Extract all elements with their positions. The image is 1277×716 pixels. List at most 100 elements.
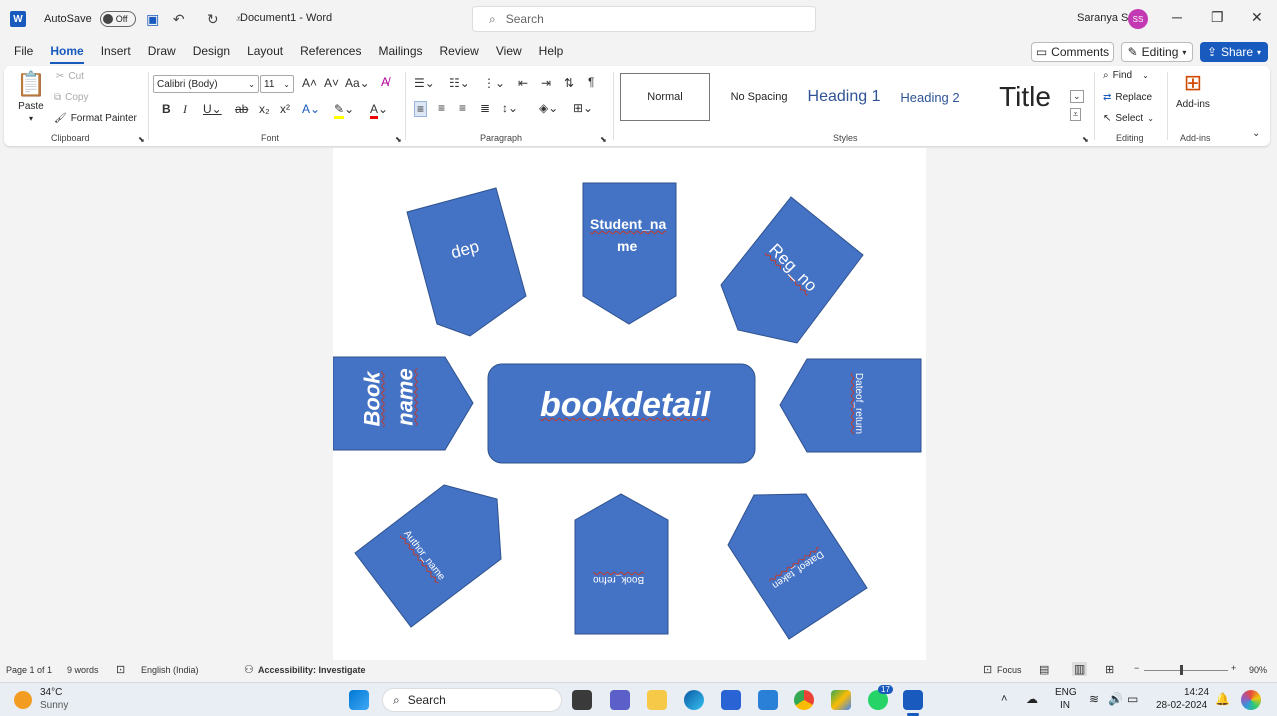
editing-mode-button[interactable]: ✎ Editing ▾ [1121, 42, 1193, 62]
minimize-icon[interactable]: ─ [1172, 9, 1182, 25]
accessibility-status[interactable]: Accessibility: Investigate [258, 665, 366, 675]
label-student-name-1[interactable]: Student_na [590, 216, 666, 232]
borders-icon[interactable]: ⊞⌄ [573, 101, 593, 115]
style-normal[interactable]: Normal [620, 73, 710, 121]
onedrive-icon[interactable]: ☁ [1026, 692, 1038, 706]
cut-button[interactable]: ✂ Cut [56, 71, 84, 82]
highlight-icon[interactable]: ✎⌄ [334, 102, 354, 119]
tab-home[interactable]: Home [50, 44, 85, 64]
tab-references[interactable]: References [300, 44, 361, 60]
share-button[interactable]: ⇪ Share ▾ [1200, 42, 1268, 62]
zoom-slider-thumb[interactable] [1180, 665, 1183, 675]
copilot-icon[interactable] [1241, 690, 1261, 710]
weather-temp[interactable]: 34°C [40, 687, 62, 698]
clock-date[interactable]: 28-02-2024 [1156, 700, 1207, 711]
language-code[interactable]: ENG [1055, 687, 1077, 698]
shading-icon[interactable]: ◈⌄ [539, 101, 558, 115]
tab-draw[interactable]: Draw [148, 44, 176, 60]
font-size-select[interactable]: 11 ⌄ [260, 75, 294, 93]
grow-font-icon[interactable]: A˄ [302, 76, 317, 90]
close-icon[interactable]: ✕ [1251, 9, 1263, 26]
align-left-icon[interactable]: ≡ [414, 101, 428, 117]
sort-icon[interactable]: ⇅ [564, 76, 574, 90]
style-heading1[interactable]: Heading 1 [804, 73, 884, 121]
line-spacing-icon[interactable]: ↕⌄ [502, 101, 518, 115]
user-name[interactable]: Saranya S [1077, 12, 1128, 24]
tab-mailings[interactable]: Mailings [378, 44, 422, 60]
underline-icon[interactable]: U⌄ [203, 102, 222, 116]
battery-icon[interactable]: ▭ [1127, 692, 1138, 706]
file-explorer-icon[interactable] [647, 690, 667, 710]
text-effects-icon[interactable]: A⌄ [302, 102, 320, 116]
autosave-toggle[interactable]: Off [99, 11, 136, 27]
dialog-launcher-icon[interactable]: ⬊ [138, 135, 145, 144]
clock-time[interactable]: 14:24 [1184, 687, 1209, 698]
restore-icon[interactable]: ❐ [1211, 9, 1224, 26]
notifications-bell-icon[interactable]: 🔔 [1215, 692, 1230, 706]
search-input[interactable]: ⌕ Search [472, 6, 816, 32]
font-color-icon[interactable]: A⌄ [370, 102, 388, 119]
strikethrough-icon[interactable]: ab [235, 102, 248, 116]
wifi-icon[interactable]: ≋ [1089, 692, 1099, 706]
tab-help[interactable]: Help [539, 44, 564, 60]
align-center-icon[interactable]: ≡ [438, 101, 445, 115]
tab-insert[interactable]: Insert [101, 44, 131, 60]
tab-file[interactable]: File [14, 44, 33, 60]
redo-icon[interactable]: ↻ [204, 11, 222, 28]
taskbar-search[interactable]: ⌕ Search [382, 688, 562, 712]
edge-icon[interactable] [684, 690, 704, 710]
paste-button[interactable]: 📋 Paste ▾ [16, 70, 46, 123]
label-book-name-1[interactable]: Book [360, 372, 386, 427]
label-student-name-2[interactable]: me [617, 238, 637, 254]
select-button[interactable]: ↖ Select ⌄ [1103, 113, 1154, 124]
windows-start-icon[interactable] [349, 690, 369, 710]
show-formatting-icon[interactable]: ¶ [588, 75, 594, 89]
page-count[interactable]: Page 1 of 1 [6, 665, 52, 675]
label-dateof-return[interactable]: Dateof_return [853, 373, 864, 434]
dialog-launcher-icon[interactable]: ⬊ [395, 135, 402, 144]
bullets-icon[interactable]: ☰⌄ [414, 76, 435, 90]
task-view-icon[interactable] [572, 690, 592, 710]
font-family-select[interactable]: Calibri (Body) ⌄ [153, 75, 259, 93]
zoom-slider[interactable] [1144, 665, 1228, 675]
avatar[interactable]: SS [1128, 9, 1148, 29]
format-painter-button[interactable]: 🖌 Format Painter [54, 113, 137, 124]
dialog-launcher-icon[interactable]: ⬊ [600, 135, 607, 144]
addins-button[interactable]: ⊞ Add-ins [1176, 70, 1210, 110]
numbering-icon[interactable]: ☷⌄ [449, 76, 470, 90]
clear-formatting-icon[interactable]: A̸ [381, 75, 389, 89]
subscript-icon[interactable]: x₂ [259, 102, 270, 116]
label-book-name-2[interactable]: name [393, 368, 419, 425]
replace-button[interactable]: ⇄ Replace [1103, 92, 1152, 103]
italic-icon[interactable]: I [183, 102, 187, 117]
comments-button[interactable]: ▭ Comments [1031, 42, 1114, 62]
decrease-indent-icon[interactable]: ⇤ [518, 76, 528, 90]
language-region[interactable]: IN [1060, 700, 1070, 711]
print-layout-icon[interactable]: ▥ [1072, 662, 1088, 676]
change-case-icon[interactable]: Aa⌄ [345, 76, 370, 90]
style-no-spacing[interactable]: No Spacing [714, 73, 804, 121]
multilevel-list-icon[interactable]: ⋮⌄ [483, 76, 505, 90]
language-indicator[interactable]: English (India) [141, 665, 199, 675]
tab-layout[interactable]: Layout [247, 44, 283, 60]
read-mode-icon[interactable]: ▤ [1039, 663, 1049, 676]
find-button[interactable]: ⌕ Find ⌄ [1103, 70, 1149, 81]
styles-scroll-icon[interactable]: ⌄ [1070, 90, 1084, 103]
dialog-launcher-icon[interactable]: ⬊ [1082, 135, 1089, 144]
word-taskbar-icon[interactable] [903, 690, 923, 710]
bold-icon[interactable]: B [162, 102, 171, 116]
undo-icon[interactable]: ↶ [170, 11, 188, 28]
save-icon[interactable]: ▣ [144, 11, 162, 28]
weather-condition[interactable]: Sunny [40, 700, 68, 711]
shrink-font-icon[interactable]: A˅ [324, 76, 339, 90]
web-layout-icon[interactable]: ⊞ [1105, 663, 1114, 676]
justify-icon[interactable]: ≣ [480, 101, 490, 115]
weather-sun-icon[interactable] [14, 691, 32, 709]
copy-button[interactable]: ⧉ Copy [54, 92, 89, 103]
chevron-up-icon[interactable]: ˄ [1001, 693, 1007, 705]
teams-icon[interactable] [610, 690, 630, 710]
bookdetail-title[interactable]: bookdetail [540, 386, 710, 425]
increase-indent-icon[interactable]: ⇥ [541, 76, 551, 90]
proofing-icon[interactable]: ⊡ [116, 663, 125, 676]
collapse-ribbon-icon[interactable]: ⌄ [1252, 128, 1260, 139]
